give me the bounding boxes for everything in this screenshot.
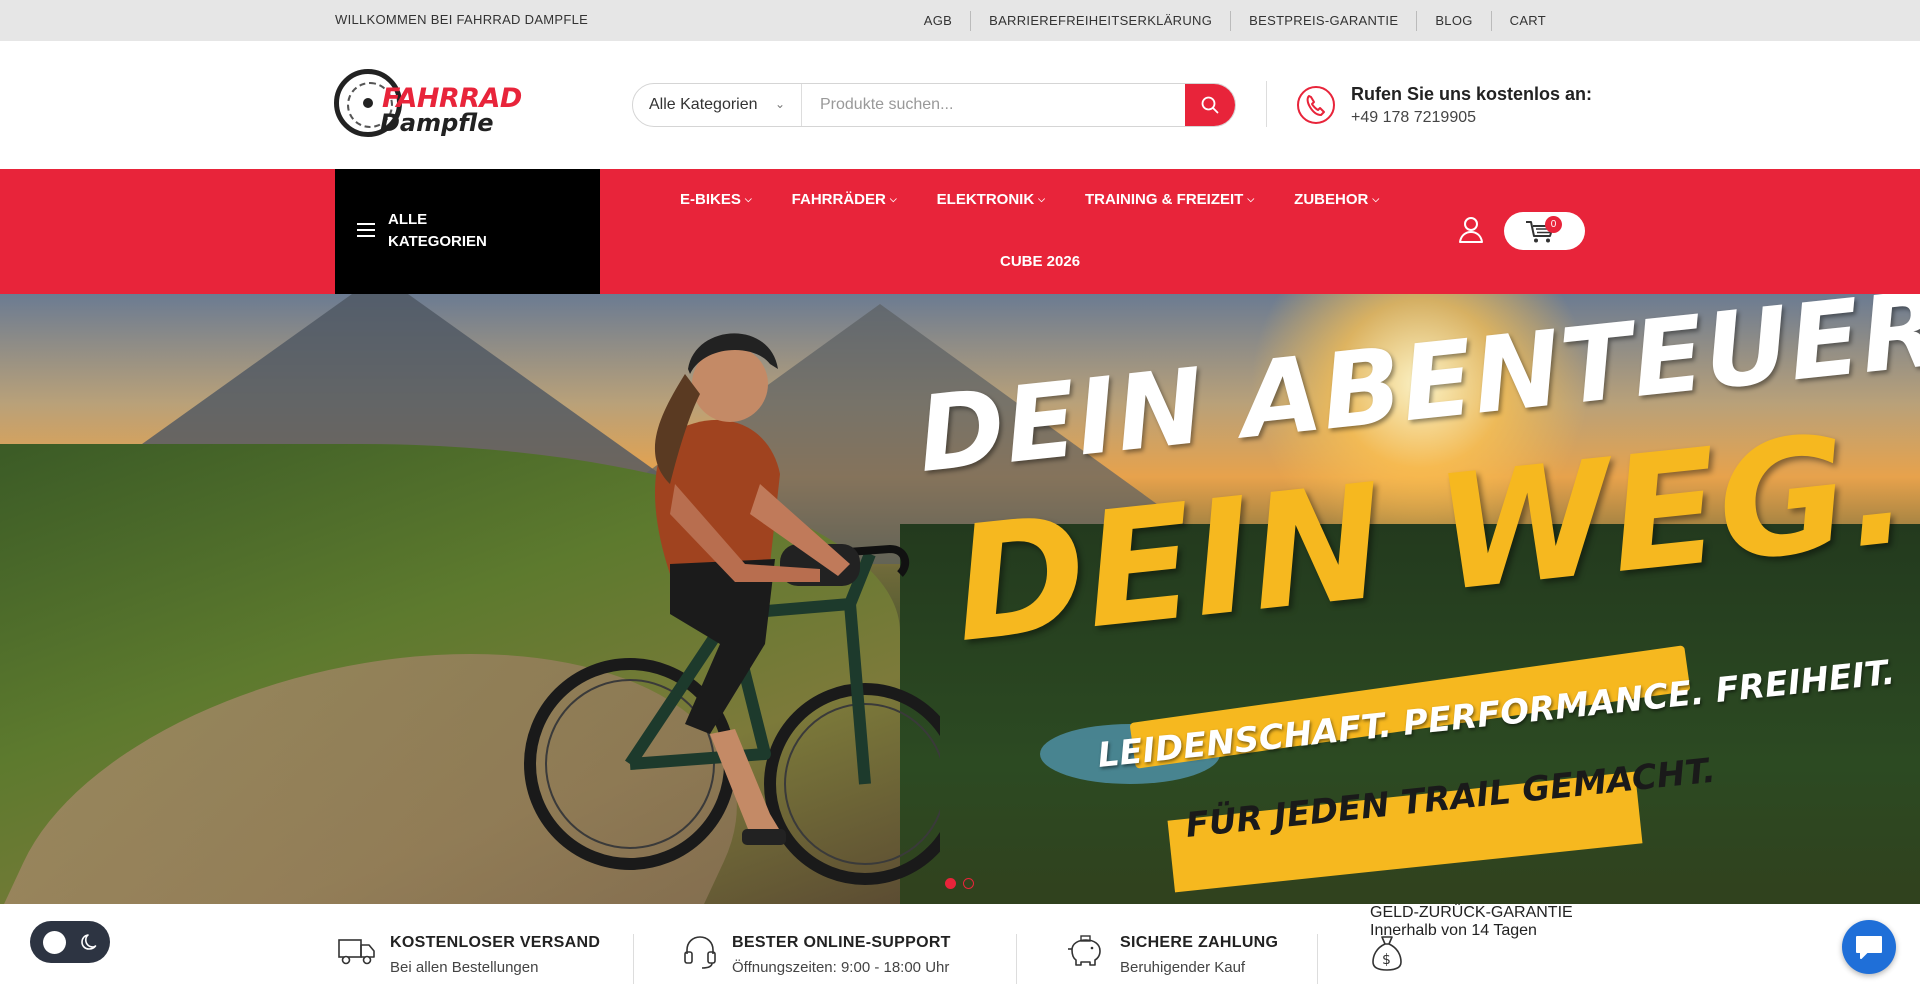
cart-count-badge: 0 — [1545, 216, 1562, 233]
top-link-cart[interactable]: CART — [1490, 10, 1564, 31]
nav-item-label: TRAINING & FREIZEIT — [1085, 191, 1244, 208]
header: FAHRRAD Dampfle Alle Kategorien ⌄ Rufen … — [0, 41, 1920, 169]
feature-subtitle: Beruhigender Kauf — [1120, 959, 1246, 976]
slider-dot-2[interactable] — [963, 878, 974, 889]
nav-item-label: ZUBEHOR — [1294, 191, 1369, 208]
search-bar: Alle Kategorien ⌄ — [632, 83, 1236, 127]
nav-item-elektronik[interactable]: ELEKTRONIK ⌵ — [937, 191, 1045, 208]
feature-money-back: $ GELD-ZURÜCK-GARANTIE Innerhalb von 14 … — [1370, 904, 1588, 993]
nav-item-label: ELEKTRONIK — [936, 191, 1035, 208]
nav-item-zubehor[interactable]: ZUBEHOR ⌵ — [1294, 191, 1379, 208]
nav-item-fahrraeder[interactable]: FAHRRÄDER ⌵ — [792, 191, 897, 208]
feature-divider — [633, 934, 634, 984]
svg-text:$: $ — [1382, 952, 1391, 968]
nav-item-label: FAHRRÄDER — [791, 191, 886, 208]
top-link-blog[interactable]: BLOG — [1416, 10, 1490, 31]
feature-title: GELD-ZURÜCK-GARANTIE — [1370, 904, 1573, 921]
money-bag-icon: $ — [1372, 936, 1402, 971]
feature-online-support: BESTER ONLINE-SUPPORT Öffnungszeiten: 9:… — [682, 904, 982, 993]
chevron-down-icon: ⌵ — [1038, 194, 1045, 204]
feature-title: SICHERE ZAHLUNG — [1120, 934, 1279, 951]
category-select[interactable]: Alle Kategorien ⌄ — [633, 84, 802, 126]
nav-item-label: E-BIKES — [680, 191, 741, 208]
welcome-text: WILLKOMMEN BEI FAHRRAD DAMPFLE — [335, 12, 589, 27]
cart-button[interactable]: 0 — [1504, 212, 1585, 250]
feature-bar: KOSTENLOSER VERSAND Bei allen Bestellung… — [0, 904, 1920, 993]
chevron-down-icon: ⌵ — [889, 194, 897, 204]
feature-free-shipping: KOSTENLOSER VERSAND Bei allen Bestellung… — [338, 904, 601, 993]
nav-menu: E-BIKES ⌵ FAHRRÄDER ⌵ ELEKTRONIK ⌵ TRAINING… — [680, 191, 1419, 208]
feature-title: KOSTENLOSER VERSAND — [390, 934, 601, 951]
hero-slider[interactable]: DEIN ABENTEUER. DEIN WEG. LEIDENSCHAFT. … — [0, 294, 1920, 904]
chat-bubble-icon — [1856, 936, 1882, 959]
nav-item-e-bikes[interactable]: E-BIKES ⌵ — [680, 191, 752, 208]
chevron-down-icon: ⌵ — [1372, 194, 1380, 204]
nav-item-cube-2026[interactable]: CUBE 2026 — [1000, 253, 1080, 270]
dark-mode-toggle[interactable] — [30, 921, 110, 963]
call-us-label: Rufen Sie uns kostenlos an: — [1351, 84, 1593, 104]
slider-dot-1[interactable] — [945, 878, 956, 889]
search-button[interactable] — [1185, 84, 1235, 126]
phone-number[interactable]: +49 178 7219905 — [1351, 109, 1476, 127]
feature-secure-payment: SICHERE ZAHLUNG Beruhigender Kauf — [1066, 904, 1326, 993]
headset-icon — [684, 936, 716, 969]
slider-dots — [945, 878, 981, 889]
cyclist-image — [524, 333, 940, 885]
chevron-down-icon: ⌵ — [744, 194, 752, 204]
nav-item-training-freizeit[interactable]: TRAINING & FREIZEIT ⌵ — [1085, 191, 1254, 208]
truck-icon — [338, 939, 375, 965]
site-logo[interactable]: FAHRRAD Dampfle — [334, 69, 522, 139]
feature-subtitle: Öffnungszeiten: 9:00 - 18:00 Uhr — [732, 959, 950, 976]
feature-divider — [1317, 934, 1318, 984]
logo-text-line2: Dampfle — [380, 109, 494, 137]
feature-divider — [1016, 934, 1017, 984]
all-categories-button[interactable]: ALLE KATEGORIEN — [335, 169, 600, 294]
top-bar: WILLKOMMEN BEI FAHRRAD DAMPFLE AGB BARRI… — [0, 0, 1920, 41]
user-account-icon[interactable] — [1458, 216, 1484, 244]
toggle-knob — [43, 931, 66, 954]
chat-button[interactable] — [1842, 920, 1896, 974]
feature-subtitle: Bei allen Bestellungen — [390, 959, 539, 976]
top-links: AGB BARRIEREFREIHEITSERKLÄRUNG BESTPREIS… — [906, 0, 1564, 41]
search-icon — [1201, 96, 1219, 114]
main-nav: ALLE KATEGORIEN E-BIKES ⌵ FAHRRÄDER ⌵ ELEK… — [0, 169, 1920, 294]
all-categories-label: ALLE KATEGORIEN — [388, 211, 487, 250]
phone-icon — [1297, 86, 1335, 124]
moon-icon — [81, 934, 97, 950]
top-link-accessibility[interactable]: BARRIEREFREIHEITSERKLÄRUNG — [970, 10, 1230, 31]
chevron-down-icon: ⌄ — [774, 97, 785, 111]
category-select-value: Alle Kategorien — [649, 96, 758, 113]
piggy-bank-icon — [1068, 935, 1101, 966]
hamburger-icon — [357, 223, 375, 237]
top-link-best-price[interactable]: BESTPREIS-GARANTIE — [1230, 10, 1416, 31]
top-link-agb[interactable]: AGB — [906, 11, 970, 31]
header-divider — [1266, 81, 1267, 127]
feature-title: BESTER ONLINE-SUPPORT — [732, 934, 951, 951]
chevron-down-icon: ⌵ — [1247, 194, 1255, 204]
search-input[interactable] — [802, 84, 1185, 126]
